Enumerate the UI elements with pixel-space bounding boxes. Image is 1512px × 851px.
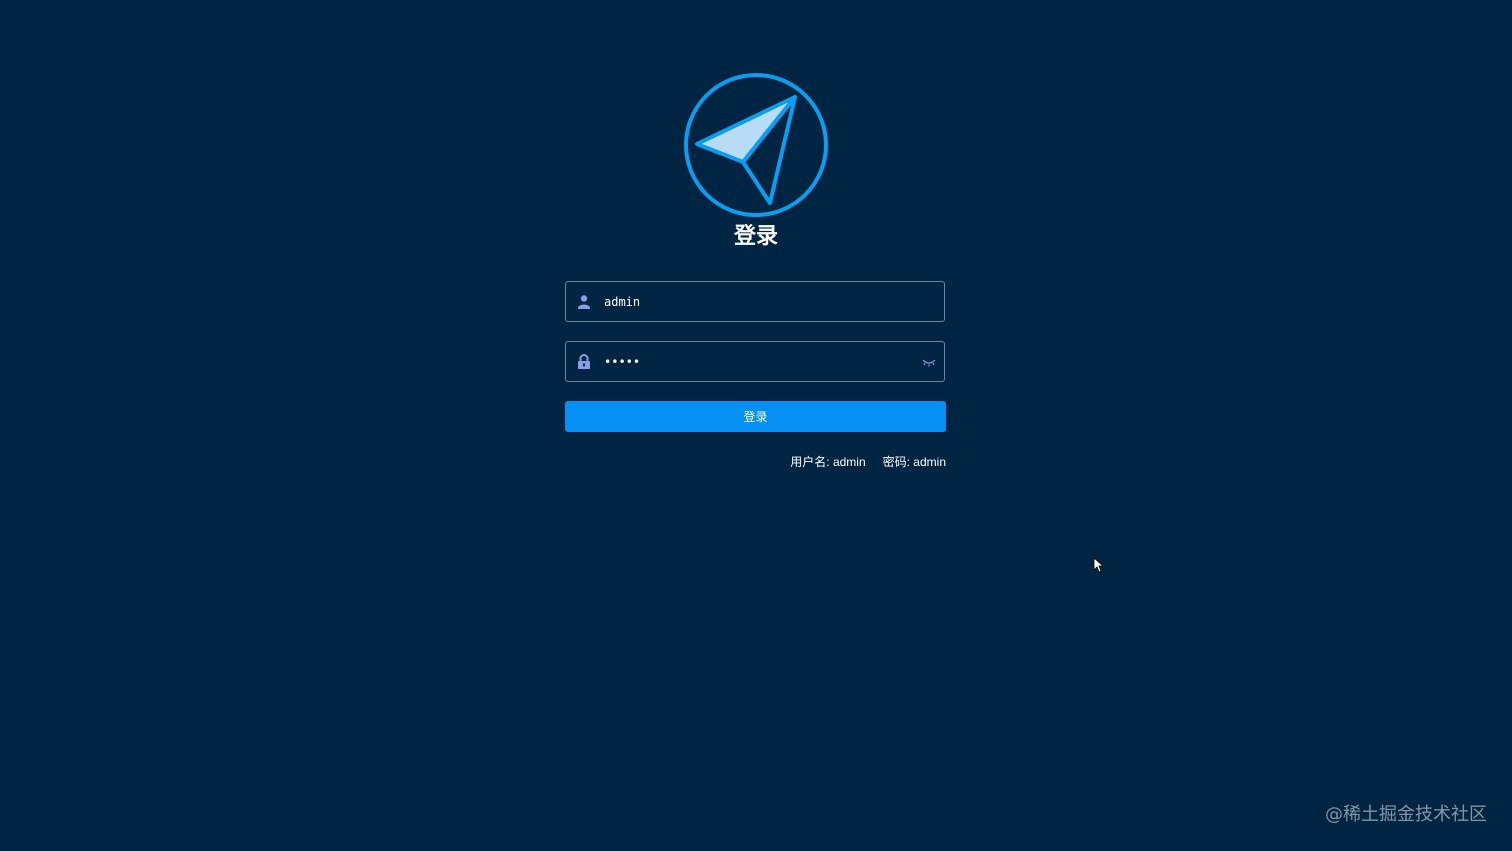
credentials-hint: 用户名: admin 密码: admin [565, 455, 946, 470]
password-field[interactable] [565, 341, 945, 382]
mouse-cursor-icon [1093, 557, 1103, 573]
password-input[interactable] [604, 342, 904, 381]
page-title: 登录 [733, 224, 778, 249]
watermark: @稀土掘金技术社区 [1325, 804, 1487, 825]
logo-paper-plane-icon [684, 73, 828, 217]
username-input[interactable] [604, 282, 904, 321]
eye-closed-icon[interactable] [922, 355, 936, 369]
lock-icon [578, 354, 590, 369]
hint-password: 密码: admin [882, 455, 946, 469]
username-field[interactable] [565, 281, 945, 322]
user-icon [578, 295, 590, 309]
login-button[interactable]: 登录 [565, 401, 946, 432]
hint-username: 用户名: admin [790, 455, 866, 469]
